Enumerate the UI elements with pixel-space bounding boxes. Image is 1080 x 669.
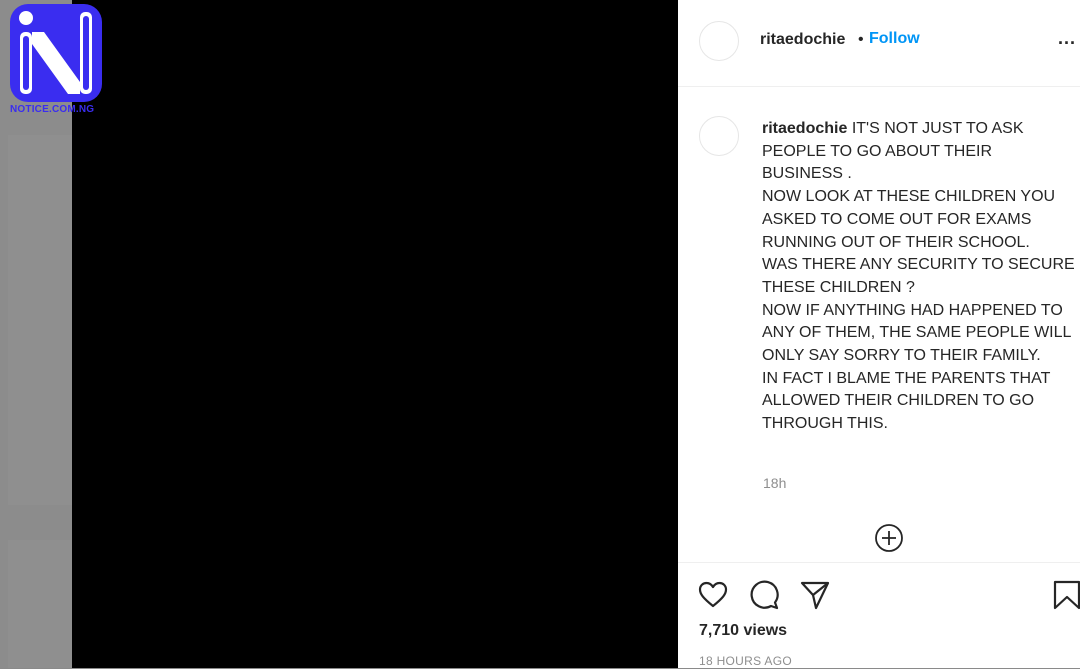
caption-username[interactable]: ritaedochie bbox=[762, 120, 847, 137]
caption-avatar[interactable] bbox=[699, 116, 739, 156]
like-button[interactable] bbox=[697, 579, 729, 611]
share-button[interactable] bbox=[799, 579, 831, 611]
separator-dot: • bbox=[858, 31, 864, 48]
plus-circle-icon bbox=[875, 524, 903, 552]
post-media[interactable] bbox=[72, 0, 678, 668]
load-more-comments-button[interactable] bbox=[874, 523, 904, 553]
background-panel-bottom bbox=[8, 540, 72, 668]
watermark-text: NOTICE.COM.NG bbox=[10, 104, 95, 115]
author-username[interactable]: ritaedochie bbox=[760, 31, 845, 49]
posted-time[interactable]: 18 HOURS AGO bbox=[699, 654, 792, 668]
bookmark-icon bbox=[1053, 580, 1080, 610]
post-actions: 7,710 views 18 HOURS AGO bbox=[678, 562, 1080, 669]
follow-button[interactable]: Follow bbox=[869, 30, 920, 48]
views-count[interactable]: 7,710 views bbox=[699, 622, 787, 640]
paper-plane-icon bbox=[800, 581, 830, 610]
comment-bubble-icon bbox=[750, 580, 779, 610]
caption-body: IT'S NOT JUST TO ASK PEOPLE TO GO ABOUT … bbox=[762, 120, 1075, 433]
comment-button[interactable] bbox=[748, 579, 780, 611]
caption-text: ritaedochie IT'S NOT JUST TO ASK PEOPLE … bbox=[762, 118, 1077, 436]
save-button[interactable] bbox=[1051, 579, 1080, 611]
post-header: ritaedochie • Follow ... bbox=[678, 0, 1080, 87]
background-panel-top bbox=[8, 135, 72, 505]
post-side-panel: ritaedochie • Follow ... ritaedochie IT'… bbox=[678, 0, 1080, 668]
caption-timestamp[interactable]: 18h bbox=[763, 475, 786, 491]
more-options-icon[interactable]: ... bbox=[1058, 28, 1076, 49]
author-avatar[interactable] bbox=[699, 21, 739, 61]
heart-icon bbox=[698, 581, 728, 608]
watermark-logo bbox=[6, 2, 106, 120]
